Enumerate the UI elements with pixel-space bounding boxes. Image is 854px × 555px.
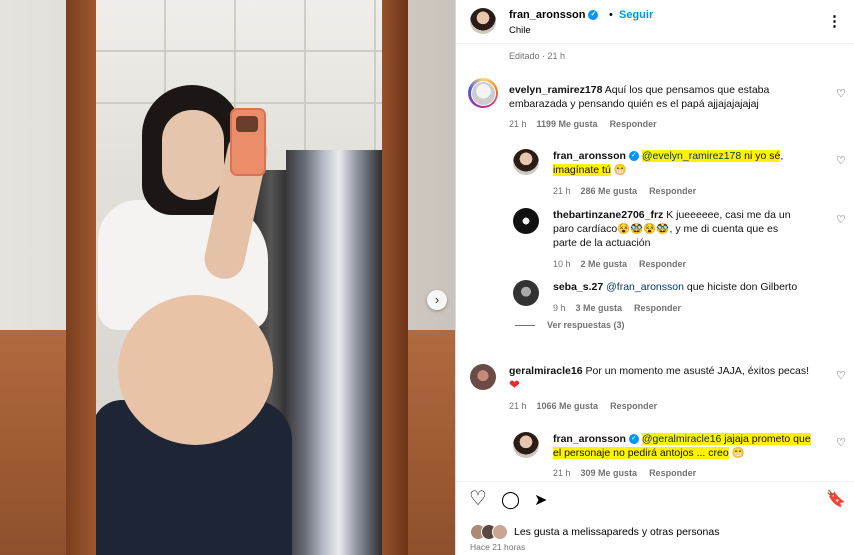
comment-text: geralmiracle16 Por un momento me asusté …: [509, 364, 824, 393]
post-time: Hace 21 horas: [470, 542, 526, 552]
location-link[interactable]: Chile: [509, 25, 531, 36]
comment-meta: 21 h 309 Me gusta Responder: [553, 468, 696, 478]
red-heart-icon: ❤: [509, 377, 520, 392]
phone: [230, 108, 266, 176]
avatar[interactable]: [470, 80, 496, 106]
comment-likes[interactable]: 2 Me gusta: [581, 259, 628, 269]
likers-avatars: [470, 524, 508, 540]
photo-wood-right: [400, 330, 455, 555]
comments-panel: fran_aronsson ✓ • Seguir Chile ⋮ Editado …: [455, 0, 854, 555]
comment-meta: 21 h 286 Me gusta Responder: [553, 186, 696, 196]
more-options-icon[interactable]: ⋮: [827, 12, 842, 30]
comment-time[interactable]: 21 h: [509, 401, 527, 411]
comment-likes[interactable]: 3 Me gusta: [576, 303, 623, 313]
comment-time[interactable]: 21 h: [553, 186, 571, 196]
comment-time[interactable]: 10 h: [553, 259, 571, 269]
share-icon[interactable]: ➤: [534, 492, 547, 510]
comment-icon[interactable]: ◯: [501, 491, 520, 509]
follow-button[interactable]: Seguir: [619, 9, 653, 21]
likes-text[interactable]: Les gusta a melissapareds y otras person…: [514, 526, 719, 538]
comment-time[interactable]: 21 h: [553, 468, 571, 478]
avatar[interactable]: [513, 432, 539, 458]
avatar[interactable]: [513, 280, 539, 306]
comment-text: fran_aronsson ✓ @geralmiracle16 jajaja pr…: [553, 432, 828, 460]
comment-username[interactable]: evelyn_ramirez178: [509, 84, 602, 96]
reply-button[interactable]: Responder: [610, 119, 657, 129]
comment-meta: 21 h 1066 Me gusta Responder: [509, 401, 657, 411]
comment-body: el personaje no pedirá antojos ... creo: [553, 447, 729, 459]
comment-username[interactable]: geralmiracle16: [509, 365, 583, 377]
avatar: [492, 524, 508, 540]
comment-body: ,: [780, 150, 784, 162]
like-comment-icon[interactable]: ♡: [836, 89, 846, 100]
edited-label: Editado · 21 h: [509, 51, 566, 61]
mention-link[interactable]: @geralmiracle16: [642, 433, 722, 445]
comment-likes[interactable]: 1066 Me gusta: [537, 401, 599, 411]
like-comment-icon[interactable]: ♡: [836, 371, 846, 382]
reply-button[interactable]: Responder: [634, 303, 681, 313]
bookmark-icon[interactable]: 🔖: [826, 491, 846, 509]
view-replies-line: [515, 325, 535, 327]
avatar[interactable]: [470, 8, 496, 34]
username-link[interactable]: fran_aronsson: [509, 9, 585, 21]
comment-body: Por un momento me asusté JAJA, éxitos pe…: [585, 365, 810, 377]
post-header: fran_aronsson ✓ • Seguir Chile ⋮: [456, 0, 854, 44]
action-bar: ♡ ◯ ➤ 🔖: [456, 481, 854, 521]
heart-icon[interactable]: ♡: [469, 489, 487, 509]
avatar[interactable]: [513, 208, 539, 234]
comment-meta: 10 h 2 Me gusta Responder: [553, 259, 686, 269]
comment-text: seba_s.27 @fran_aronsson que hiciste don…: [553, 280, 818, 294]
verified-icon: ✓: [628, 151, 639, 162]
view-replies-label[interactable]: Ver respuestas (3): [547, 320, 625, 330]
like-comment-icon[interactable]: ♡: [836, 215, 846, 226]
grin-emoji-icon: 😁: [731, 447, 745, 459]
verified-icon: ✓: [628, 434, 639, 445]
mirror-reflection: [96, 0, 382, 555]
clothes-rack: [286, 150, 382, 555]
comment-body: ni yo sé: [741, 150, 781, 162]
dot-separator: •: [609, 9, 613, 21]
comment-username[interactable]: fran_aronsson: [553, 150, 626, 162]
comment-body: jajaja prometo que: [721, 433, 811, 445]
like-comment-icon[interactable]: ♡: [836, 156, 846, 167]
comment-meta: 21 h 1199 Me gusta Responder: [509, 119, 657, 129]
view-replies-button[interactable]: Ver respuestas (3): [515, 320, 625, 330]
reply-button[interactable]: Responder: [649, 468, 696, 478]
mention-link[interactable]: @evelyn_ramirez178: [642, 150, 741, 162]
likes-summary[interactable]: Les gusta a melissapareds y otras person…: [470, 524, 719, 540]
person-face: [162, 110, 224, 200]
grin-emoji-icon: 😁: [613, 164, 627, 176]
comment-meta: 9 h 3 Me gusta Responder: [553, 303, 681, 313]
reply-button[interactable]: Responder: [649, 186, 696, 196]
mention-link[interactable]: @fran_aronsson: [606, 281, 684, 293]
phone-camera: [236, 116, 258, 132]
comment-time[interactable]: 21 h: [509, 119, 527, 129]
post-photo[interactable]: ›: [0, 0, 455, 555]
reply-button[interactable]: Responder: [639, 259, 686, 269]
comment-username[interactable]: fran_aronsson: [553, 433, 626, 445]
comment-likes[interactable]: 1199 Me gusta: [537, 119, 598, 129]
verified-icon: ✓: [588, 10, 599, 21]
comment-text: evelyn_ramirez178 Aquí los que pensamos …: [509, 83, 809, 111]
carousel-next-button[interactable]: ›: [427, 290, 447, 310]
comment-username[interactable]: seba_s.27: [553, 281, 603, 293]
like-comment-icon[interactable]: ♡: [836, 438, 846, 449]
comment-username[interactable]: thebartinzane2706_frz: [553, 209, 663, 221]
photo-wood-left: [0, 330, 75, 555]
comment-time[interactable]: 9 h: [553, 303, 566, 313]
comment-text: fran_aronsson ✓ @evelyn_ramirez178 ni yo …: [553, 149, 818, 177]
comment-text: thebartinzane2706_frz K jueeeeee, casi m…: [553, 208, 803, 250]
comment-body: imagínate tú: [553, 164, 611, 176]
avatar[interactable]: [513, 149, 539, 175]
avatar[interactable]: [470, 364, 496, 390]
header-username[interactable]: fran_aronsson ✓: [509, 9, 599, 21]
person-belly: [118, 295, 273, 445]
comment-likes[interactable]: 286 Me gusta: [581, 186, 638, 196]
reply-button[interactable]: Responder: [610, 401, 657, 411]
comment-likes[interactable]: 309 Me gusta: [581, 468, 638, 478]
comment-body: que hiciste don Gilberto: [683, 281, 798, 293]
